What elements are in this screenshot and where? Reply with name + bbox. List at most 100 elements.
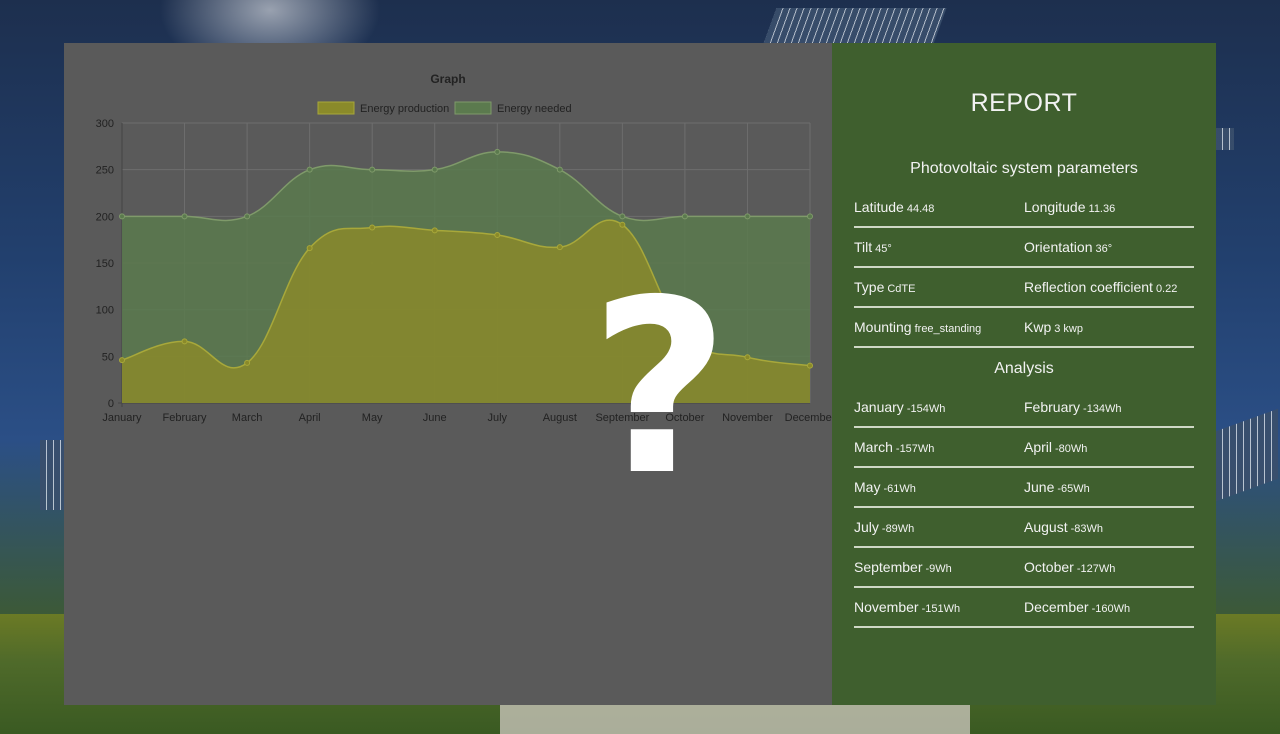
- field-value: 11.36: [1088, 203, 1116, 215]
- data-point[interactable]: [494, 232, 501, 238]
- x-tick-label: December: [785, 412, 832, 424]
- field-value: -61Wh: [883, 483, 916, 495]
- field-label: Reflection coefficient: [1024, 279, 1153, 295]
- data-point[interactable]: [244, 359, 251, 366]
- field-value: -154Wh: [906, 403, 946, 415]
- report-field: January -154Wh: [854, 399, 1024, 415]
- y-tick-label: 50: [102, 351, 114, 363]
- field-label: June: [1024, 479, 1055, 495]
- field-value: -83Wh: [1070, 523, 1103, 535]
- field-label: Type: [854, 279, 885, 295]
- y-tick-label: 300: [96, 118, 114, 130]
- x-tick-label: January: [102, 412, 142, 424]
- data-point[interactable]: [556, 244, 563, 251]
- field-value: -160Wh: [1091, 603, 1131, 615]
- report-field: June -65Wh: [1024, 479, 1194, 495]
- field-label: October: [1024, 559, 1074, 575]
- field-label: Longitude: [1024, 199, 1086, 215]
- field-label: December: [1024, 599, 1089, 615]
- field-value: CdTE: [887, 283, 916, 295]
- report-row: March -157Wh April -80Wh: [854, 428, 1194, 468]
- field-value: -89Wh: [881, 523, 915, 535]
- y-tick-label: 200: [96, 211, 114, 223]
- data-point[interactable]: [306, 245, 313, 252]
- field-label: May: [854, 479, 881, 495]
- field-value: 0.22: [1155, 283, 1178, 295]
- data-point[interactable]: [681, 213, 688, 220]
- data-point[interactable]: [369, 224, 376, 231]
- report-field: April -80Wh: [1024, 439, 1194, 455]
- field-label: Kwp: [1024, 319, 1052, 335]
- report-row: September -9Wh October -127Wh: [854, 548, 1194, 588]
- report-row: July -89Wh August -83Wh: [854, 508, 1194, 548]
- field-value: -80Wh: [1055, 443, 1088, 455]
- x-tick-label: April: [299, 412, 321, 424]
- field-value: -157Wh: [895, 443, 935, 455]
- report-field: October -127Wh: [1024, 559, 1194, 575]
- x-tick-label: August: [543, 412, 577, 424]
- report-row: Mounting free_standing Kwp 3 kwp: [854, 308, 1194, 348]
- field-label: Orientation: [1024, 239, 1093, 255]
- report-field: November -151Wh: [854, 599, 1024, 615]
- report-field: Orientation 36°: [1024, 239, 1194, 255]
- x-tick-label: July: [487, 412, 507, 424]
- data-point[interactable]: [369, 166, 376, 173]
- legend-label[interactable]: Energy needed: [497, 103, 572, 115]
- field-value: 45°: [875, 243, 892, 255]
- report-field: September -9Wh: [854, 559, 1024, 575]
- legend-swatch[interactable]: [454, 101, 492, 115]
- report-field: Tilt 45°: [854, 239, 1024, 255]
- data-point[interactable]: [807, 213, 813, 220]
- report-panel: REPORT Photovoltaic system parameters La…: [832, 43, 1216, 705]
- legend-swatch[interactable]: [317, 101, 355, 115]
- y-tick-label: 150: [96, 258, 114, 270]
- y-tick-label: 0: [108, 398, 114, 410]
- x-tick-label: May: [362, 412, 383, 424]
- background-post: [500, 705, 970, 734]
- field-label: September: [854, 559, 923, 575]
- data-point[interactable]: [431, 166, 438, 173]
- data-point[interactable]: [181, 338, 188, 345]
- analysis-list: January -154Wh February -134Wh March -157Wh Ap…: [832, 388, 1216, 628]
- x-tick-label: February: [163, 412, 208, 424]
- data-point[interactable]: [619, 213, 626, 220]
- data-point[interactable]: [556, 166, 563, 173]
- data-point[interactable]: [744, 213, 751, 220]
- report-field: Mounting free_standing: [854, 319, 1024, 335]
- background-solar-panel: [763, 8, 947, 44]
- data-point[interactable]: [306, 166, 313, 173]
- field-value: -151Wh: [921, 603, 961, 615]
- field-value: -9Wh: [925, 563, 952, 575]
- field-label: August: [1024, 519, 1068, 535]
- field-value: 36°: [1095, 243, 1113, 255]
- field-label: Latitude: [854, 199, 904, 215]
- x-tick-label: June: [423, 412, 447, 424]
- y-tick-label: 250: [96, 165, 114, 177]
- report-field: February -134Wh: [1024, 399, 1194, 415]
- field-label: March: [854, 439, 893, 455]
- report-field: July -89Wh: [854, 519, 1024, 535]
- report-field: August -83Wh: [1024, 519, 1194, 535]
- chart-title: Graph: [430, 72, 465, 86]
- field-label: Tilt: [854, 239, 873, 255]
- params-list: Latitude 44.48 Longitude 11.36 Tilt 45° Orient…: [832, 188, 1216, 348]
- field-label: February: [1024, 399, 1081, 415]
- data-point[interactable]: [807, 362, 813, 369]
- field-value: -127Wh: [1076, 563, 1116, 575]
- data-point[interactable]: [119, 357, 125, 364]
- data-point[interactable]: [119, 213, 125, 220]
- data-point[interactable]: [244, 213, 251, 220]
- legend-label[interactable]: Energy production: [360, 103, 449, 115]
- data-point[interactable]: [494, 148, 501, 155]
- field-label: July: [854, 519, 879, 535]
- data-point[interactable]: [744, 354, 751, 361]
- data-point[interactable]: [619, 221, 626, 228]
- data-point[interactable]: [431, 227, 438, 234]
- field-label: November: [854, 599, 919, 615]
- report-field: December -160Wh: [1024, 599, 1194, 615]
- field-label: January: [854, 399, 904, 415]
- y-tick-label: 100: [96, 305, 114, 317]
- data-point[interactable]: [181, 213, 188, 220]
- background-solar-panel: [40, 440, 64, 510]
- report-row: Type CdTE Reflection coefficient 0.22: [854, 268, 1194, 308]
